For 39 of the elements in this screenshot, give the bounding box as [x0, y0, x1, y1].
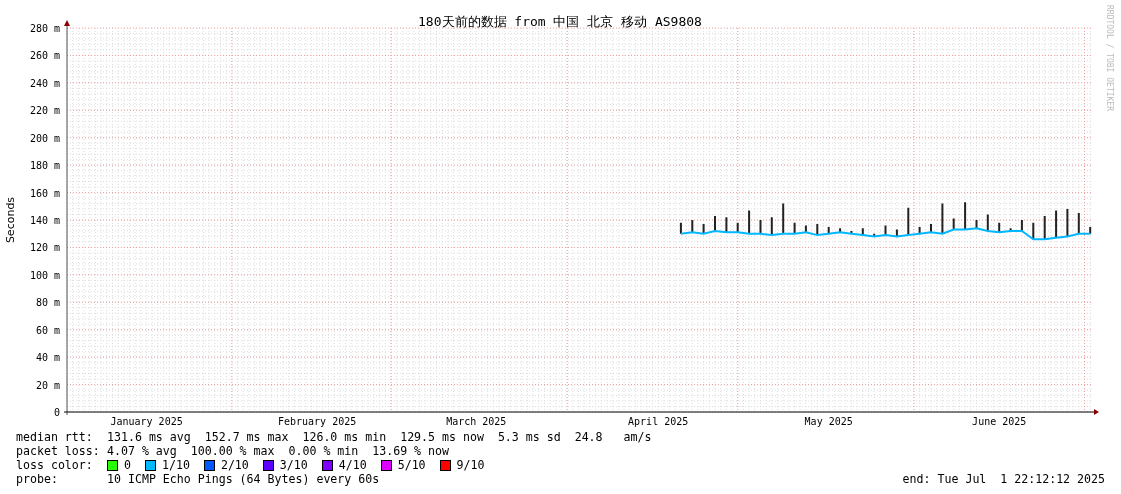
axis-tick-label: 100 m	[29, 269, 60, 281]
stat-label: median rtt:	[16, 430, 94, 444]
axis-tick-label: 0	[53, 407, 60, 418]
axis-tick-label: 140 m	[29, 215, 60, 226]
axis-tick-label: April 2025	[628, 416, 689, 427]
axis-tick-label: 220 m	[29, 105, 60, 117]
stat-label: packet loss:	[16, 444, 101, 458]
axis-tick-label: 240 m	[29, 77, 60, 89]
legend-item-label: 5/10	[397, 458, 426, 472]
axis-tick-label: 80 m	[35, 297, 60, 309]
axis-tick-label: 180 m	[29, 160, 60, 172]
y-axis-label: Seconds	[4, 196, 17, 244]
legend-item-label: 3/10	[279, 458, 308, 472]
legend-label: loss color:	[16, 458, 94, 472]
axis-tick-label: February 2025	[277, 416, 357, 427]
probe-label: probe:	[16, 472, 59, 486]
legend-item-label: 0	[124, 458, 131, 472]
axis-tick-label: 20 m	[35, 379, 60, 391]
axis-tick-label: 160 m	[29, 187, 60, 199]
legend-item-label: 2/10	[220, 458, 249, 472]
legend-item-label: 4/10	[338, 458, 367, 472]
legend-item-label: 9/10	[456, 458, 485, 472]
axis-tick-label: 60 m	[35, 324, 60, 336]
axis-tick-label: January 2025	[110, 416, 183, 427]
axis-tick-label: 40 m	[35, 352, 60, 364]
end-time: end: Tue Jul 1 22:12:12 2025	[902, 472, 1105, 486]
probe-value: 10 ICMP Echo Pings (64 Bytes) every 60s	[107, 472, 380, 486]
legend-item-label: 1/10	[162, 458, 190, 472]
axis-tick-label: June 2025	[972, 416, 1027, 427]
axis-tick-label: March 2025	[446, 416, 507, 427]
chart-title: 180天前的数据 from 中国 北京 移动 AS9808	[418, 14, 702, 29]
rrdtool-credit: RRDTOOL / TOBI OETIKER	[1105, 5, 1114, 111]
axis-tick-label: 120 m	[29, 242, 60, 254]
stat-values: 131.6 ms avg 152.7 ms max 126.0 ms min 129.5 ms now 5.3 ms sd 24.8 am/s	[107, 430, 652, 444]
axis-tick-label: May 2025	[804, 416, 853, 427]
stat-values: 4.07 % avg 100.00 % max 0.00 % min 13.69 % now	[107, 444, 450, 458]
axis-tick-label: 200 m	[29, 132, 60, 144]
axis-tick-label: 260 m	[29, 50, 60, 62]
axis-tick-label: 280 m	[29, 23, 60, 34]
